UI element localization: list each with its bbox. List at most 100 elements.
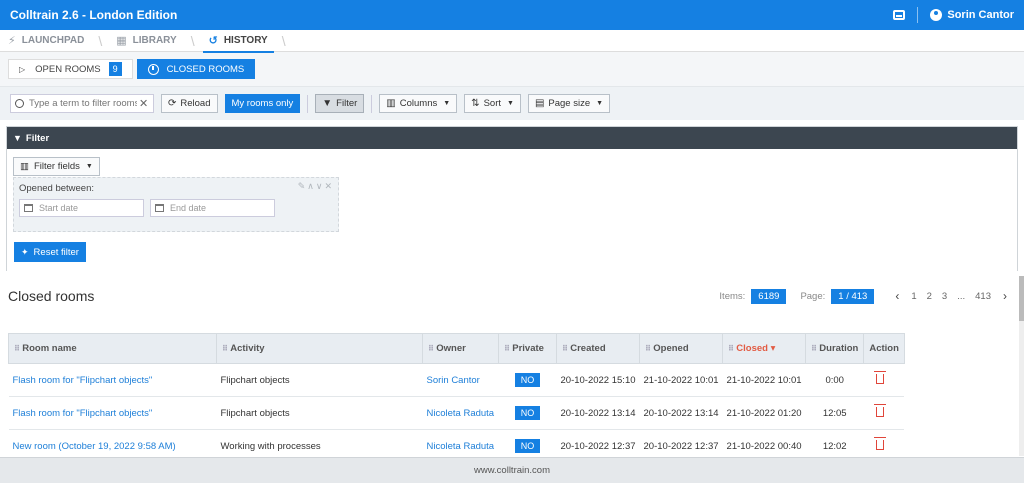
column-header-private[interactable]: ⠿ Private (498, 333, 557, 364)
open-rooms-label: OPEN ROOMS (35, 63, 101, 75)
header-label: Duration (819, 343, 859, 354)
tab-open-rooms[interactable]: ▷ OPEN ROOMS 9 (8, 59, 133, 79)
items-count: 6189 (751, 288, 787, 304)
column-header-duration[interactable]: ⠿ Duration (805, 333, 865, 364)
page-indicator: 1 / 413 (831, 288, 875, 304)
column-header-closed[interactable]: ⠿ Closed ▾ (722, 333, 807, 364)
trash-icon[interactable] (873, 370, 886, 384)
end-date-field[interactable]: End date (150, 199, 275, 217)
search-icon (15, 99, 24, 108)
footer-link[interactable]: www.colltrain.com (474, 465, 550, 476)
header-label: Opened (653, 343, 689, 354)
closed-cell: 21-10-2022 01:20 (722, 396, 806, 430)
end-date-placeholder: End date (170, 203, 207, 213)
owner-link[interactable]: Nicoleta Raduta (422, 396, 499, 430)
column-header-room[interactable]: ⠿ Room name (8, 333, 217, 364)
tab-library[interactable]: ▦ LIBRARY (116, 30, 190, 52)
page-link[interactable]: 413 (975, 291, 991, 302)
date-range: Start date End date (19, 199, 333, 217)
open-rooms-count: 9 (108, 62, 122, 76)
funnel-icon: ▼ (322, 98, 333, 109)
created-cell: 20-10-2022 15:10 (556, 363, 640, 397)
chevron-left-icon[interactable]: ‹ (895, 289, 899, 303)
chevron-right-icon[interactable]: › (1003, 289, 1007, 303)
chevron-down-icon: ▼ (596, 100, 604, 107)
private-badge: NO (514, 405, 541, 420)
page-ellipsis: ... (957, 290, 966, 302)
my-rooms-label: My rooms only (231, 98, 294, 109)
sort-button[interactable]: ⇅ Sort ▼ (464, 94, 521, 113)
search-input[interactable] (29, 98, 137, 109)
table-icon: ▤ (534, 98, 545, 109)
rooms-table: ⠿ Room name ⠿ Activity ⠿ Owner ⠿ Private ⠿ Cr… (8, 333, 905, 463)
drag-handle-icon[interactable]: ⠿ (645, 344, 651, 353)
header-label: Room name (22, 343, 77, 354)
header-label: Action (869, 343, 899, 354)
reset-filter-button[interactable]: ✦ Reset filter (14, 242, 86, 262)
divider (307, 94, 309, 113)
opened-between-criterion: ✎∧∨✕ Opened between: Start date End date (13, 177, 339, 232)
header-label: Created (570, 343, 606, 354)
page-link[interactable]: 3 (942, 291, 947, 302)
tab-label: LIBRARY (132, 35, 177, 46)
drag-handle-icon[interactable]: ⠿ (504, 344, 510, 353)
funnel-icon: ▼ (13, 133, 22, 143)
drag-handle-icon[interactable]: ⠿ (811, 344, 817, 353)
activity-cell: Flipchart objects (216, 363, 423, 397)
trash-icon[interactable] (873, 436, 886, 450)
page-link[interactable]: 1 (911, 291, 916, 302)
closed-rooms-label: CLOSED ROOMS (166, 63, 245, 75)
column-header-created[interactable]: ⠿ Created (555, 333, 641, 364)
start-date-field[interactable]: Start date (19, 199, 144, 217)
table-row: Flash room for "Flipchart objects" Flipc… (8, 396, 905, 430)
columns-icon: ▥ (386, 98, 396, 109)
app-title: Colltrain 2.6 - London Edition (10, 8, 178, 22)
filter-title: Filter (25, 132, 50, 144)
lightning-icon: ⚡ (8, 35, 16, 47)
user-name[interactable]: Sorin Cantor (947, 9, 1014, 21)
header-label: Private (512, 343, 544, 354)
inbox-icon[interactable] (893, 10, 906, 20)
start-date-placeholder: Start date (39, 203, 79, 213)
reload-label: Reload (180, 98, 211, 109)
filter-button[interactable]: ▼ Filter (315, 94, 365, 113)
tab-closed-rooms[interactable]: CLOSED ROOMS (136, 59, 256, 79)
sort-desc-icon: ▾ (767, 343, 776, 354)
page-label: Page: (800, 290, 826, 302)
tab-launchpad[interactable]: ⚡ LAUNCHPAD (8, 30, 98, 52)
clear-icon[interactable]: ✕ (139, 97, 148, 110)
tab-history[interactable]: ↺ HISTORY (202, 30, 282, 53)
criterion-controls[interactable]: ✎∧∨✕ (298, 181, 334, 192)
columns-button[interactable]: ▥ Columns ▼ (379, 94, 458, 113)
column-header-opened[interactable]: ⠿ Opened (639, 333, 724, 364)
divider (371, 94, 373, 113)
filter-fields-button[interactable]: ▥ Filter fields ▼ (13, 157, 100, 176)
tab-label: LAUNCHPAD (21, 35, 85, 46)
page-size-button[interactable]: ▤ Page size ▼ (527, 94, 611, 113)
private-cell: NO (498, 363, 557, 397)
column-header-action: Action (863, 333, 905, 364)
drag-handle-icon[interactable]: ⠿ (728, 344, 734, 353)
room-name-link[interactable]: Flash room for "Flipchart objects" (8, 363, 217, 397)
user-icon[interactable] (930, 9, 943, 21)
column-header-owner[interactable]: ⠿ Owner (422, 333, 499, 364)
drag-handle-icon[interactable]: ⠿ (14, 344, 20, 353)
drag-handle-icon[interactable]: ⠿ (428, 344, 434, 353)
column-header-activity[interactable]: ⠿ Activity (216, 333, 423, 364)
activity-cell: Flipchart objects (216, 396, 423, 430)
owner-link[interactable]: Sorin Cantor (422, 363, 499, 397)
page-link[interactable]: 2 (927, 291, 932, 302)
page-size-label: Page size (548, 98, 591, 109)
trash-icon[interactable] (873, 403, 886, 417)
scrollbar[interactable] (1019, 276, 1024, 456)
reload-button[interactable]: ⟳ Reload (161, 94, 218, 113)
my-rooms-button[interactable]: My rooms only (224, 94, 301, 113)
drag-handle-icon[interactable]: ⠿ (562, 344, 568, 353)
filter-panel: ▼ Filter ▥ Filter fields ▼ ✎∧∨✕ Opened b… (6, 126, 1018, 272)
drag-handle-icon[interactable]: ⠿ (222, 344, 228, 353)
items-label: Items: (719, 290, 746, 302)
footer: www.colltrain.com (0, 457, 1024, 483)
room-name-link[interactable]: Flash room for "Flipchart objects" (8, 396, 217, 430)
header-label: Owner (436, 343, 466, 354)
reload-icon: ⟳ (168, 98, 177, 109)
